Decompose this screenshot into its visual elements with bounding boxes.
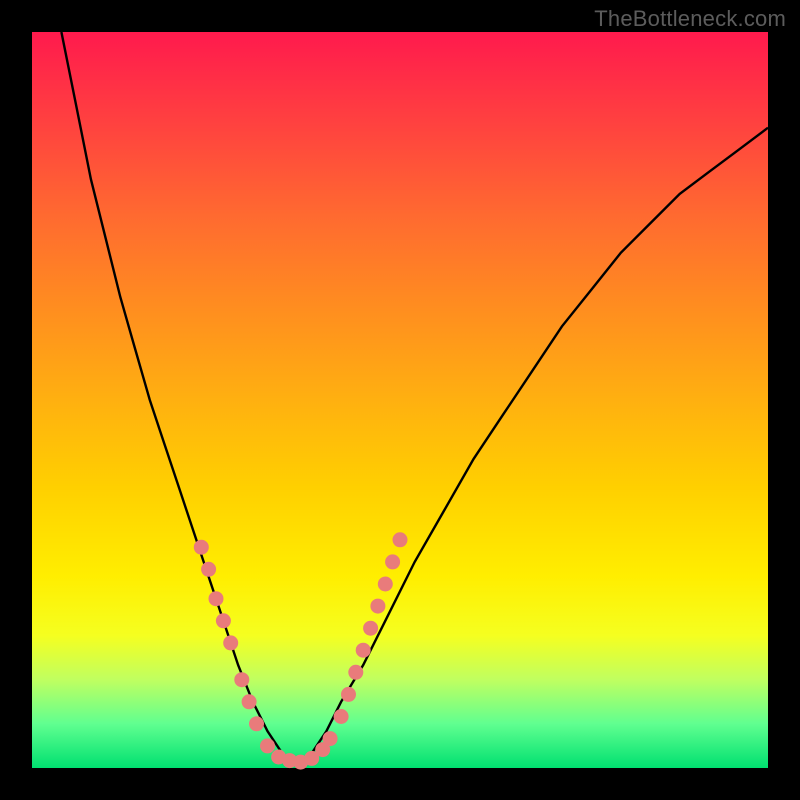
marker-dot bbox=[348, 665, 363, 680]
marker-dot bbox=[356, 643, 371, 658]
plot-area bbox=[32, 32, 768, 768]
marker-dot bbox=[323, 731, 338, 746]
marker-dot bbox=[385, 554, 400, 569]
marker-group bbox=[194, 532, 408, 769]
chart-frame: TheBottleneck.com bbox=[0, 0, 800, 800]
watermark-text: TheBottleneck.com bbox=[594, 6, 786, 32]
marker-dot bbox=[234, 672, 249, 687]
marker-dot bbox=[334, 709, 349, 724]
marker-dot bbox=[363, 621, 378, 636]
marker-dot bbox=[209, 591, 224, 606]
marker-dot bbox=[393, 532, 408, 547]
marker-dot bbox=[201, 562, 216, 577]
curve-svg bbox=[32, 32, 768, 768]
marker-dot bbox=[378, 577, 393, 592]
marker-dot bbox=[223, 635, 238, 650]
marker-dot bbox=[260, 738, 275, 753]
marker-dot bbox=[370, 599, 385, 614]
marker-dot bbox=[216, 613, 231, 628]
bottleneck-curve bbox=[61, 32, 768, 764]
marker-dot bbox=[341, 687, 356, 702]
marker-dot bbox=[249, 716, 264, 731]
marker-dot bbox=[242, 694, 257, 709]
marker-dot bbox=[194, 540, 209, 555]
